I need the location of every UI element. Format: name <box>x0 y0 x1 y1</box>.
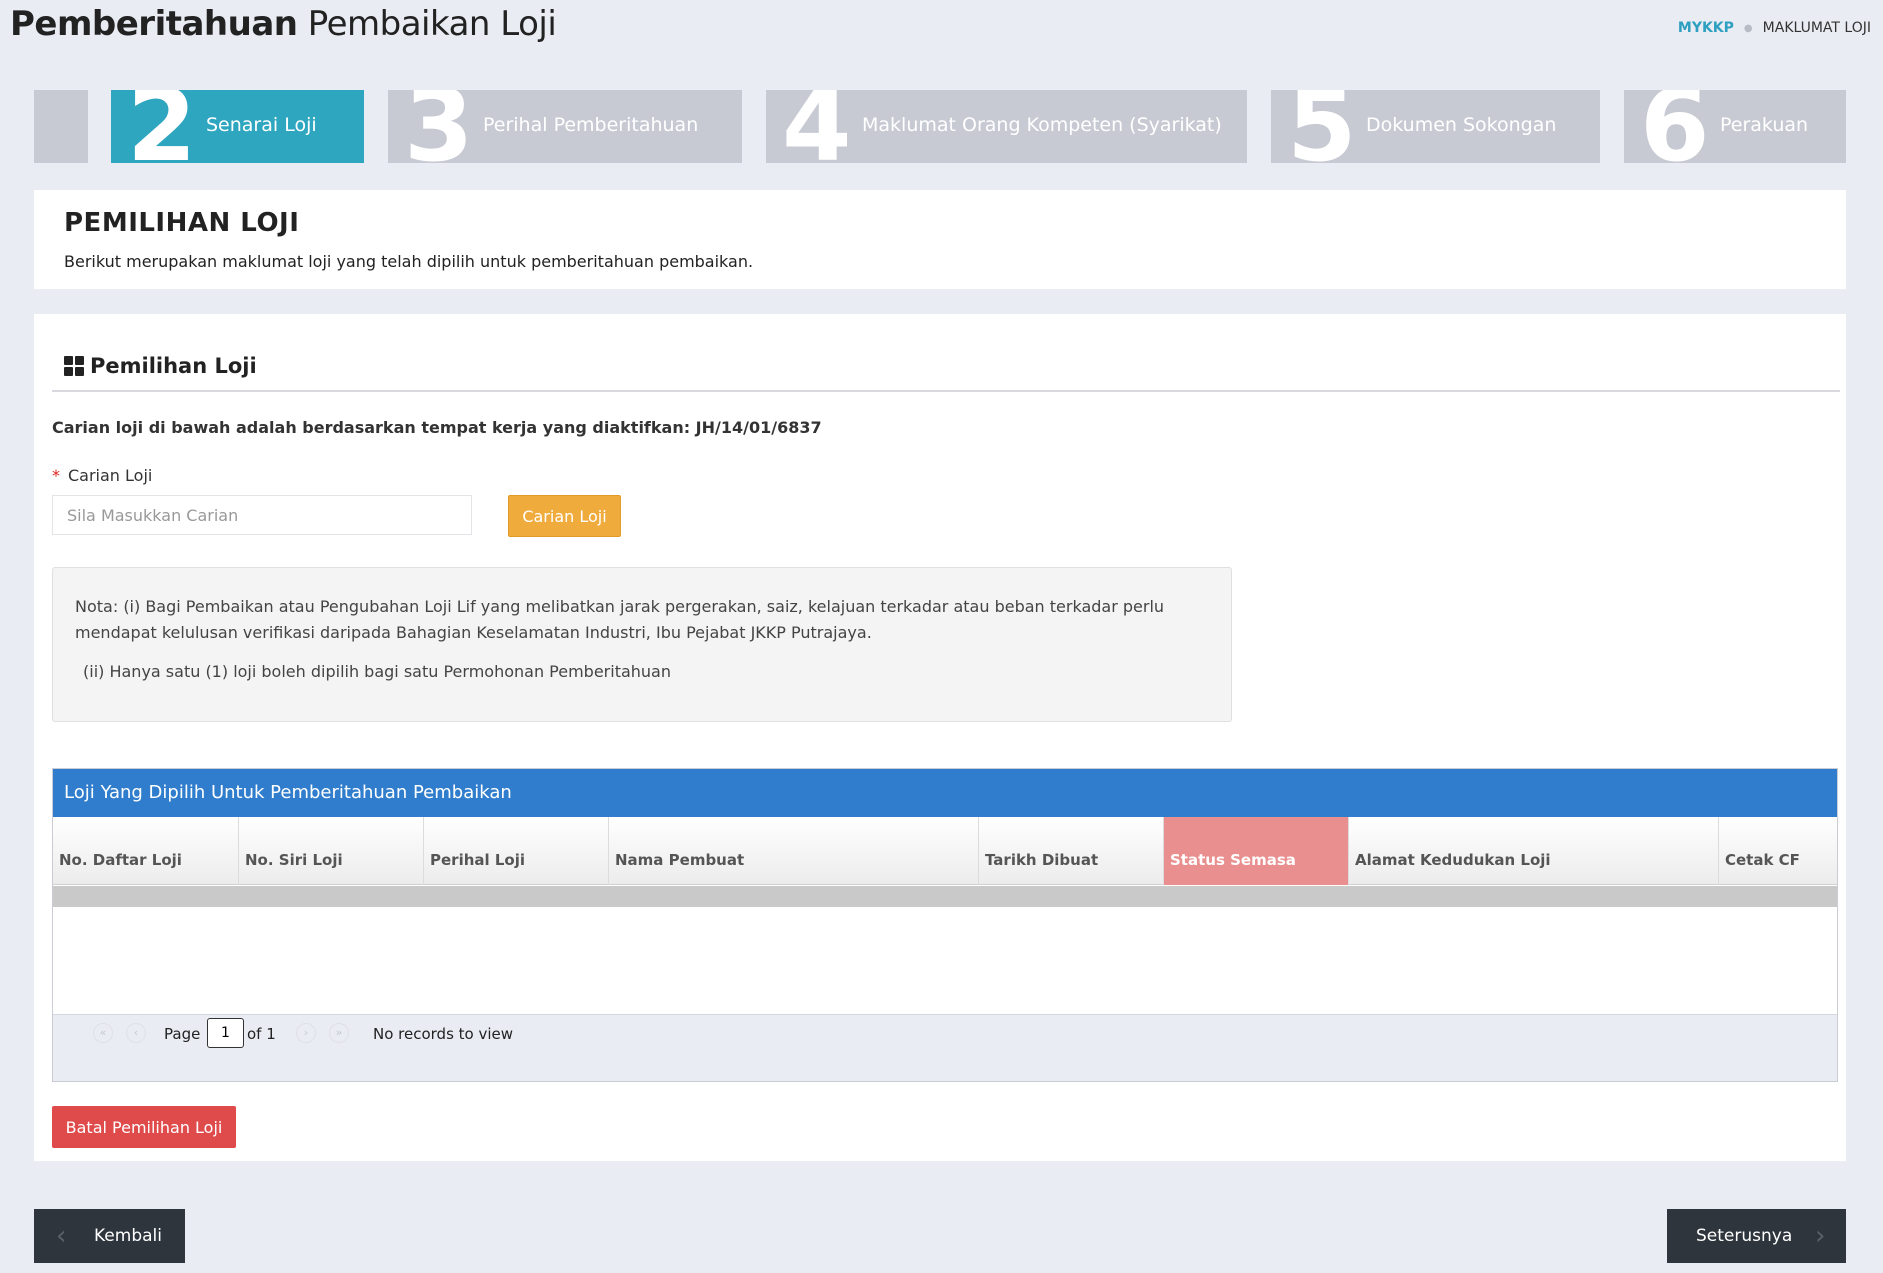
column-header[interactable]: Nama Pembuat <box>609 817 979 885</box>
step-label: Senarai Loji <box>206 114 317 136</box>
step-label: Perakuan <box>1720 114 1809 136</box>
step-label: Maklumat Orang Kompeten (Syarikat) <box>862 114 1222 136</box>
next-button-label: Seterusnya <box>1696 1226 1793 1246</box>
page-title-light: Pembaikan Loji <box>307 4 557 44</box>
column-header[interactable]: No. Daftar Loji <box>53 817 239 885</box>
chevron-left-icon: ‹ <box>56 1221 67 1251</box>
note-text-2: (ii) Hanya satu (1) loji boleh dipilih b… <box>83 662 671 681</box>
page-title: Pemberitahuan Pembaikan Loji <box>10 4 557 44</box>
page-label: Page <box>164 1025 201 1043</box>
step-number: 4 <box>782 90 852 163</box>
cancel-selection-button[interactable]: Batal Pemilihan Loji <box>52 1106 236 1148</box>
step-5[interactable]: 5 Dokumen Sokongan <box>1271 90 1600 163</box>
column-header-status[interactable]: Status Semasa <box>1164 817 1349 885</box>
last-page-icon[interactable]: » <box>329 1023 349 1043</box>
page-total: of 1 <box>247 1025 276 1043</box>
next-page-icon[interactable]: › <box>296 1023 316 1043</box>
step-number: 6 <box>1640 90 1710 163</box>
column-header[interactable]: Tarikh Dibuat <box>979 817 1164 885</box>
step-number: 5 <box>1287 90 1357 163</box>
step-1[interactable] <box>34 90 88 163</box>
search-input[interactable] <box>52 495 472 535</box>
note-box: Nota: (i) Bagi Pembaikan atau Pengubahan… <box>52 567 1232 722</box>
search-button[interactable]: Carian Loji <box>508 495 621 537</box>
step-number: 2 <box>127 90 197 163</box>
grid-pager: « ‹ Page of 1 › » No records to view <box>53 1014 1837 1081</box>
selected-plant-grid: Loji Yang Dipilih Untuk Pemberitahuan Pe… <box>52 768 1838 1082</box>
grid-body <box>53 907 1837 1014</box>
grid-icon <box>64 356 84 376</box>
intro-description: Berikut merupakan maklumat loji yang tel… <box>64 252 754 271</box>
back-button[interactable]: ‹ Kembali <box>34 1209 185 1263</box>
breadcrumb-item-mykkp[interactable]: MYKKP <box>1678 20 1734 36</box>
column-header[interactable]: Perihal Loji <box>424 817 609 885</box>
first-page-icon[interactable]: « <box>93 1023 113 1043</box>
step-number: 3 <box>404 90 474 163</box>
grid-caption: Loji Yang Dipilih Untuk Pemberitahuan Pe… <box>53 769 1837 817</box>
back-button-label: Kembali <box>94 1226 162 1246</box>
grid-header: No. Daftar Loji No. Siri Loji Perihal Lo… <box>53 817 1837 885</box>
page-number-input[interactable] <box>207 1018 244 1048</box>
prev-page-icon[interactable]: ‹ <box>126 1023 146 1043</box>
breadcrumb: MYKKP ● MAKLUMAT LOJI <box>1678 20 1871 36</box>
search-label-text: Carian Loji <box>68 466 153 485</box>
step-6[interactable]: 6 Perakuan <box>1624 90 1846 163</box>
section-heading: Pemilihan Loji <box>64 354 257 378</box>
search-label: * Carian Loji <box>52 466 152 485</box>
column-header[interactable]: No. Siri Loji <box>239 817 424 885</box>
column-header[interactable]: Cetak CF <box>1719 817 1837 885</box>
required-icon: * <box>52 466 60 485</box>
column-header[interactable]: Alamat Kedudukan Loji <box>1349 817 1719 885</box>
step-2[interactable]: 2 Senarai Loji <box>111 90 364 163</box>
next-button[interactable]: Seterusnya › <box>1667 1209 1846 1263</box>
step-label: Perihal Pemberitahuan <box>483 114 699 136</box>
chevron-right-icon: › <box>1815 1221 1826 1251</box>
breadcrumb-item-current: MAKLUMAT LOJI <box>1762 20 1871 36</box>
intro-panel: PEMILIHAN LOJI Berikut merupakan makluma… <box>34 190 1846 289</box>
step-label: Dokumen Sokongan <box>1366 114 1557 136</box>
records-status: No records to view <box>373 1025 514 1043</box>
selection-panel: Pemilihan Loji Carian loji di bawah adal… <box>34 314 1846 1161</box>
intro-title: PEMILIHAN LOJI <box>64 208 300 238</box>
page-title-bold: Pemberitahuan <box>10 4 298 44</box>
step-4[interactable]: 4 Maklumat Orang Kompeten (Syarikat) <box>766 90 1247 163</box>
section-divider <box>52 390 1840 392</box>
grid-filter-row <box>53 886 1837 907</box>
section-title: Pemilihan Loji <box>90 354 257 378</box>
breadcrumb-separator-icon: ● <box>1743 22 1753 34</box>
note-text-1: Nota: (i) Bagi Pembaikan atau Pengubahan… <box>75 597 1165 642</box>
search-info-text: Carian loji di bawah adalah berdasarkan … <box>52 418 822 437</box>
step-3[interactable]: 3 Perihal Pemberitahuan <box>388 90 742 163</box>
